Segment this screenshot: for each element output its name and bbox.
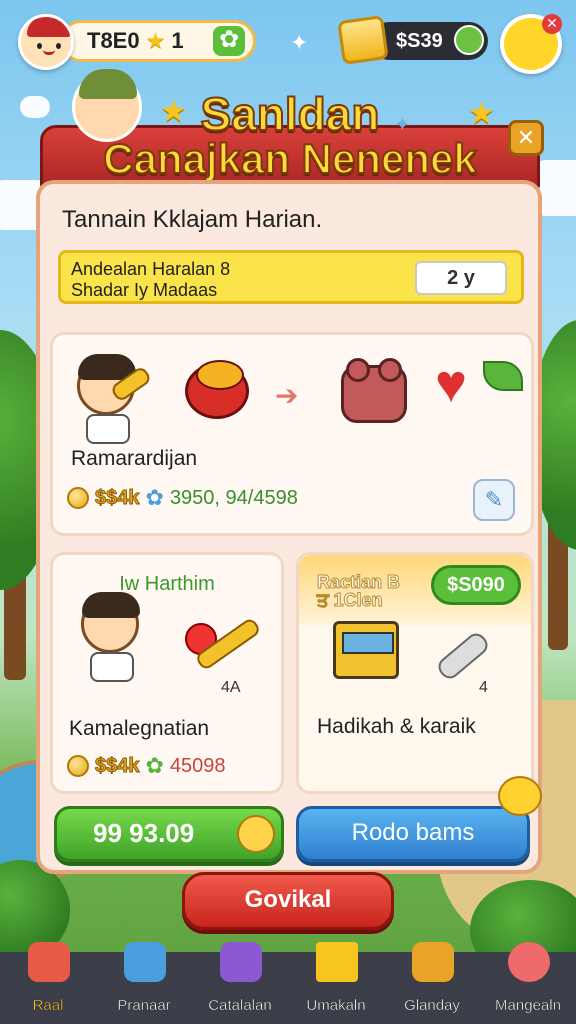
nav-item-5[interactable]: Glanday — [386, 942, 478, 1018]
main-task-card[interactable]: ➔ ♥ Ramarardijan $$4k ✿ 3950, 94/4598 ✎ — [50, 332, 534, 536]
nav-label: Umakaln — [306, 997, 366, 1014]
bottom-nav: Raal Pranaar Catalalan Umakaln Glanday M… — [0, 942, 576, 1024]
nav-item-6[interactable]: Mangealn — [482, 942, 574, 1018]
nav-item-4[interactable]: Umakaln — [290, 942, 382, 1018]
blue-action-button[interactable]: Rodo bams — [296, 806, 530, 862]
item-badge: 4A — [221, 679, 241, 696]
item-badge: 4 — [479, 679, 488, 696]
edit-button[interactable]: ✎ — [473, 479, 515, 521]
nav-label: Pranaar — [117, 997, 171, 1014]
task-name: Kamalegnatian — [69, 717, 210, 740]
daily-tasks-panel: Tannain Kklajam Harian. Andealan Haralan… — [36, 180, 542, 874]
bear-cart-icon — [341, 358, 407, 423]
chick-coin-icon — [237, 815, 275, 853]
price-button[interactable]: $S090 — [431, 565, 521, 605]
wrench-icon — [434, 629, 492, 683]
gold-block-icon — [337, 15, 389, 65]
mascot-character — [72, 69, 142, 142]
level-number: 1 — [171, 28, 184, 53]
game-title-line2: Canajkan Nenenek — [102, 134, 478, 183]
nav-label: Catalalan — [208, 997, 272, 1014]
nav-label: Mangealn — [495, 997, 561, 1014]
quest-bar[interactable]: Andealan Haralan 8 Shadar Iy Madaas 2 y — [58, 250, 524, 304]
other-reward: 45098 — [169, 754, 226, 777]
notification-badge: ✕ — [542, 14, 562, 34]
top-bar: T8E0 ★ 1 ✿ ✦ $S39 ✕ — [0, 0, 576, 80]
gold-reward: $$4k — [95, 754, 140, 777]
gem-reward: 3950, 94/4598 — [169, 486, 298, 509]
nav-label: Raal — [32, 997, 64, 1014]
buy-green-label: 99 93.09 — [93, 818, 195, 848]
gem-icon: ✿ — [145, 485, 164, 510]
vending-cart-icon — [333, 621, 399, 679]
arrow-right-icon: ➔ — [275, 380, 299, 411]
clover-icon: ✿ — [145, 753, 164, 778]
reward-row: $$4k ✿ 45098 — [67, 753, 226, 779]
quest-line1: Andealan Haralan 8 — [71, 259, 231, 279]
task-card-right[interactable]: Ractian B ਤ 1Clen $S090 4 Hadikah & kara… — [296, 552, 534, 794]
character-face-icon — [508, 942, 550, 982]
treasure-chest-icon — [412, 942, 454, 982]
card-title: Iw Harthim — [119, 573, 215, 595]
task-name: Ramarardijan — [71, 447, 198, 470]
cooking-pot-icon — [185, 360, 249, 419]
leaf-icon — [483, 361, 523, 391]
card-title-line1: Ractian B — [316, 572, 401, 592]
heart-icon: ♥ — [435, 354, 468, 414]
level-text: T8E0 — [87, 28, 140, 53]
clover-coin-icon — [454, 25, 484, 55]
red-action-button[interactable]: Govikal — [182, 872, 394, 930]
catalog-icon — [220, 942, 262, 982]
level-display[interactable]: T8E0 ★ 1 ✿ — [60, 20, 256, 62]
farmer-boy-icon — [81, 592, 140, 682]
emoji-profile-button[interactable]: ✕ — [500, 14, 562, 74]
star-icon: ★ — [160, 95, 187, 128]
reward-row: $$4k ✿ 3950, 94/4598 — [67, 485, 298, 511]
coin-icon — [67, 487, 89, 509]
clover-add-icon[interactable]: ✿ — [213, 26, 245, 56]
star-icon — [316, 942, 358, 982]
close-button[interactable]: ✕ — [508, 120, 544, 156]
card-title-line2: ਤ 1Clen — [317, 590, 384, 610]
currency-display[interactable]: $S39 — [370, 22, 488, 60]
gem-icon: ✦ — [394, 114, 411, 136]
nav-label: Glanday — [404, 997, 460, 1014]
avatar-face — [35, 41, 63, 55]
coin-icon — [67, 755, 89, 777]
star-icon: ★ — [145, 28, 166, 53]
task-name: Hadikah & karaik — [317, 715, 476, 738]
nav-item-3[interactable]: Catalalan — [194, 942, 286, 1018]
buy-green-button[interactable]: 99 93.09 — [54, 806, 284, 862]
quest-count: 2 y — [415, 261, 507, 295]
card-title: Ractian B ਤ 1Clen — [316, 572, 401, 610]
coin-amount: $S39 — [396, 29, 443, 52]
panel-subtitle: Tannain Kklajam Harian. — [62, 206, 323, 233]
star-icon: ★ — [468, 97, 495, 130]
player-avatar[interactable] — [18, 14, 74, 70]
house-icon — [28, 942, 70, 982]
nav-item-2[interactable]: Pranaar — [98, 942, 190, 1018]
chick-icon — [498, 776, 542, 816]
sparkle-icon: ✦ — [290, 30, 309, 55]
task-card-left[interactable]: Iw Harthim 4A Kamalegnatian $$4k ✿ 45098 — [50, 552, 284, 794]
hat-icon — [27, 17, 71, 37]
grid-icon — [124, 942, 166, 982]
nav-item-home[interactable]: Raal — [2, 942, 94, 1018]
gold-reward: $$4k — [95, 486, 140, 509]
